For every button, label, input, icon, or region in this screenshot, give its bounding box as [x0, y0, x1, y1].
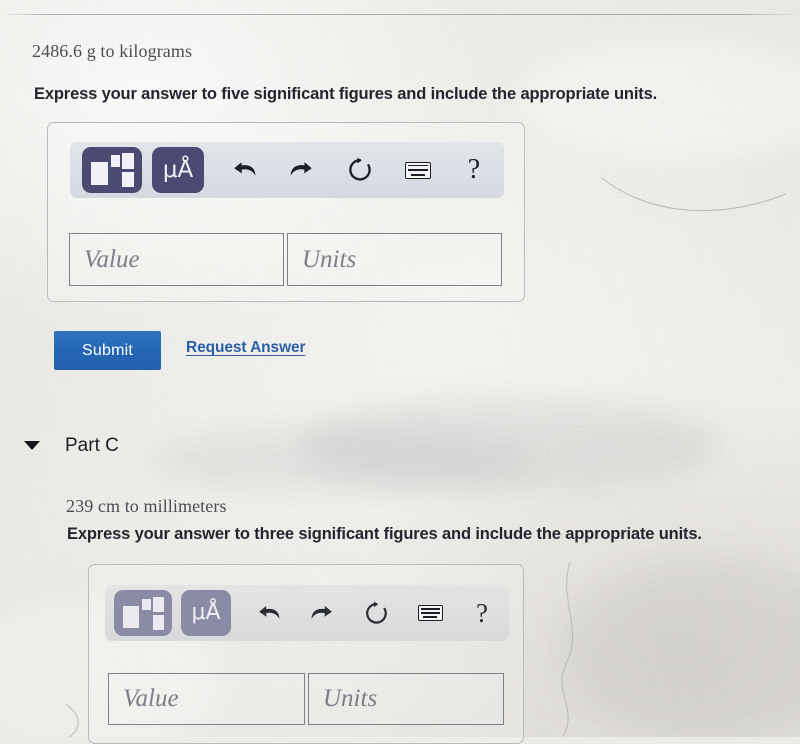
- units-icon-label: μÅ: [191, 600, 221, 625]
- help-icon-label: ?: [476, 597, 488, 628]
- redo-icon[interactable]: [280, 147, 322, 193]
- reset-icon[interactable]: [338, 147, 382, 193]
- part-b-answer-panel: μÅ ? Value Units: [47, 122, 525, 302]
- submit-button[interactable]: Submit: [54, 331, 161, 370]
- help-icon-label: ?: [467, 154, 481, 185]
- part-b-toolbar: μÅ ?: [70, 142, 504, 198]
- units-icon[interactable]: μÅ: [181, 590, 231, 636]
- part-c-instruction: Express your answer to three significant…: [67, 525, 702, 543]
- keyboard-icon[interactable]: [396, 147, 440, 193]
- part-c-title: Part C: [65, 435, 119, 456]
- part-b-question: 2486.6 g to kilograms: [32, 41, 193, 61]
- units-icon-label: μÅ: [162, 156, 194, 183]
- template-icon[interactable]: [114, 590, 172, 636]
- help-icon[interactable]: ?: [454, 147, 494, 193]
- template-icon[interactable]: [82, 147, 142, 193]
- part-b-value-field[interactable]: Value: [69, 233, 284, 286]
- part-c-value-field[interactable]: Value: [108, 673, 305, 725]
- part-c-units-field[interactable]: Units: [308, 673, 504, 725]
- keyboard-icon[interactable]: [409, 590, 451, 636]
- part-c-collapse-caret-icon[interactable]: [24, 441, 40, 450]
- part-c-units-placeholder: Units: [323, 685, 378, 712]
- part-b-value-placeholder: Value: [84, 245, 140, 273]
- part-c-question: 239 cm to millimeters: [66, 496, 227, 516]
- undo-icon[interactable]: [224, 147, 266, 193]
- request-answer-link[interactable]: Request Answer: [186, 339, 306, 357]
- top-divider: [0, 14, 800, 15]
- reset-icon[interactable]: [355, 590, 397, 636]
- part-c-toolbar: μÅ ?: [105, 585, 509, 641]
- part-c-answer-panel: μÅ ? Value Units: [88, 564, 524, 744]
- part-b-units-placeholder: Units: [302, 245, 357, 273]
- units-icon[interactable]: μÅ: [152, 147, 204, 193]
- part-b-units-field[interactable]: Units: [287, 233, 502, 286]
- help-icon[interactable]: ?: [463, 590, 501, 636]
- redo-icon[interactable]: [301, 590, 341, 636]
- undo-icon[interactable]: [249, 590, 289, 636]
- part-c-value-placeholder: Value: [123, 685, 179, 712]
- part-b-instruction: Express your answer to five significant …: [34, 85, 658, 103]
